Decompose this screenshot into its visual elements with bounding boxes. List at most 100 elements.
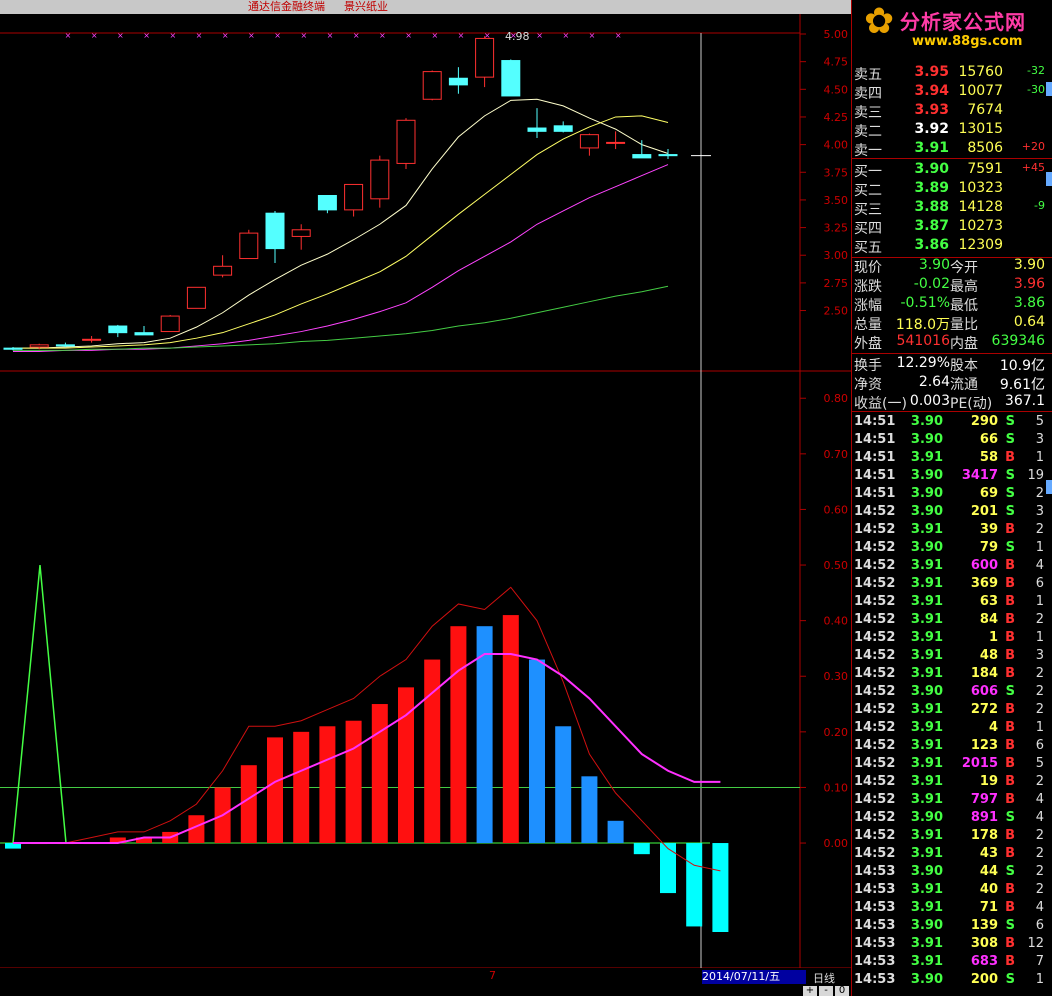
stat-row: 净资 2.64 流通 9.61亿 — [852, 374, 1052, 393]
tick-row: 14:53 3.91 308 B 12 — [852, 936, 1052, 954]
tick-volume: 178 — [970, 828, 998, 843]
tick-volume: 184 — [970, 666, 998, 681]
signal-marker: × — [327, 31, 334, 40]
tick-volume: 44 — [979, 864, 998, 879]
tick-price: 3.91 — [910, 720, 943, 735]
tick-volume: 139 — [970, 918, 998, 933]
stat-value: 10.9亿 — [999, 358, 1045, 374]
signal-marker: × — [431, 31, 438, 40]
stat-label: PE(动) — [950, 396, 993, 412]
tick-direction: B — [1005, 720, 1015, 735]
candle — [265, 210, 285, 263]
tick-direction: B — [1005, 666, 1015, 681]
tick-count: 4 — [1035, 558, 1044, 573]
indicator-tick-label: 0.00 — [824, 837, 849, 850]
candle — [475, 36, 495, 88]
candle — [186, 286, 206, 309]
candle-body — [475, 37, 495, 78]
signal-marker: × — [117, 31, 124, 40]
indicator-bar — [345, 720, 362, 844]
ask-price: 3.94 — [914, 83, 949, 99]
bid-row: 买五 3.86 12309 — [852, 237, 1052, 256]
tick-count: 6 — [1035, 918, 1044, 933]
tick-volume: 66 — [979, 432, 998, 447]
tick-direction: S — [1005, 504, 1015, 519]
tick-time: 14:52 — [854, 522, 896, 537]
side-tab[interactable] — [1046, 172, 1052, 186]
stat-row: 换手 12.29% 股本 10.9亿 — [852, 355, 1052, 374]
stock-name: 景兴纸业 — [344, 0, 388, 13]
signal-marker: × — [405, 31, 412, 40]
tick-volume: 891 — [970, 810, 998, 825]
candle — [553, 121, 573, 133]
bid-label: 买三 — [854, 202, 882, 218]
tick-volume: 4 — [988, 720, 998, 735]
tick-time: 14:52 — [854, 846, 896, 861]
tick-row: 14:52 3.91 178 B 2 — [852, 828, 1052, 846]
tick-price: 3.91 — [910, 450, 943, 465]
tick-direction: B — [1005, 882, 1015, 897]
tick-count: 2 — [1035, 684, 1044, 699]
price-tick-label: 4.25 — [824, 111, 849, 124]
tick-time: 14:51 — [854, 450, 896, 465]
price-tick-label: 4.75 — [824, 56, 849, 69]
zoom-out-button[interactable]: - — [819, 986, 833, 996]
stat-label: 股本 — [950, 358, 978, 374]
tick-count: 1 — [1035, 450, 1044, 465]
side-tab[interactable] — [1046, 480, 1052, 494]
tick-volume: 272 — [970, 702, 998, 717]
zoom-in-button[interactable]: + — [803, 986, 817, 996]
tick-price: 3.91 — [910, 954, 943, 969]
tick-row: 14:51 3.91 58 B 1 — [852, 450, 1052, 468]
bid-volume: 10273 — [958, 218, 1003, 234]
signal-marker: × — [536, 31, 543, 40]
tick-volume: 79 — [979, 540, 998, 555]
candle-body — [396, 119, 416, 164]
indicator-bar — [529, 659, 545, 844]
price-tick-label: 4.00 — [824, 139, 849, 152]
candle-body — [213, 265, 233, 276]
stat-value: 3.90 — [918, 257, 950, 273]
tick-row: 14:53 3.90 139 S 6 — [852, 918, 1052, 936]
side-tab[interactable] — [1046, 82, 1052, 96]
ask-volume: 10077 — [958, 83, 1003, 99]
reset-button[interactable]: 0 — [835, 986, 849, 996]
bottom-bar: 7 2014/07/11/五 日线 + - 0 — [0, 968, 852, 996]
tick-volume: 63 — [979, 594, 998, 609]
tick-direction: B — [1005, 756, 1015, 771]
candle — [134, 326, 154, 336]
candle-body — [422, 71, 442, 100]
charts-area[interactable]: 5.00 4.75 4.50 4.25 4.00 3.75 3.50 3.25 3.00 2.75… — [0, 14, 852, 968]
indicator-bar — [371, 704, 388, 844]
tick-volume: 1 — [988, 630, 998, 645]
tick-volume: 201 — [970, 504, 998, 519]
bid-price: 3.89 — [914, 180, 949, 196]
tick-time: 14:52 — [854, 792, 896, 807]
ask-volume: 13015 — [958, 121, 1003, 137]
divider — [852, 158, 1052, 159]
tick-price: 3.91 — [910, 900, 943, 915]
indicator-bar — [502, 615, 519, 844]
bid-change: +45 — [1021, 161, 1045, 174]
ask-label: 卖四 — [854, 86, 882, 102]
tick-time: 14:52 — [854, 810, 896, 825]
signal-marker: × — [169, 31, 176, 40]
tick-direction: B — [1005, 792, 1015, 807]
candle — [291, 224, 311, 250]
ask-label: 卖五 — [854, 67, 882, 83]
ma-line — [13, 285, 669, 351]
ma-line — [13, 164, 669, 352]
period-label[interactable]: 日线 — [813, 970, 835, 986]
candle — [396, 118, 416, 169]
tick-volume: 69 — [979, 486, 998, 501]
tick-count: 2 — [1035, 864, 1044, 879]
bid-row: 买三 3.88 14128 -9 — [852, 199, 1052, 218]
tick-row: 14:51 3.90 66 S 3 — [852, 432, 1052, 450]
tick-volume: 797 — [970, 792, 998, 807]
high-price-label: 4.98 — [505, 30, 530, 43]
tick-direction: B — [1005, 630, 1015, 645]
tick-time: 14:52 — [854, 720, 896, 735]
candle — [527, 108, 547, 138]
tick-row: 14:53 3.90 200 S 1 — [852, 972, 1052, 990]
tick-count: 2 — [1035, 774, 1044, 789]
